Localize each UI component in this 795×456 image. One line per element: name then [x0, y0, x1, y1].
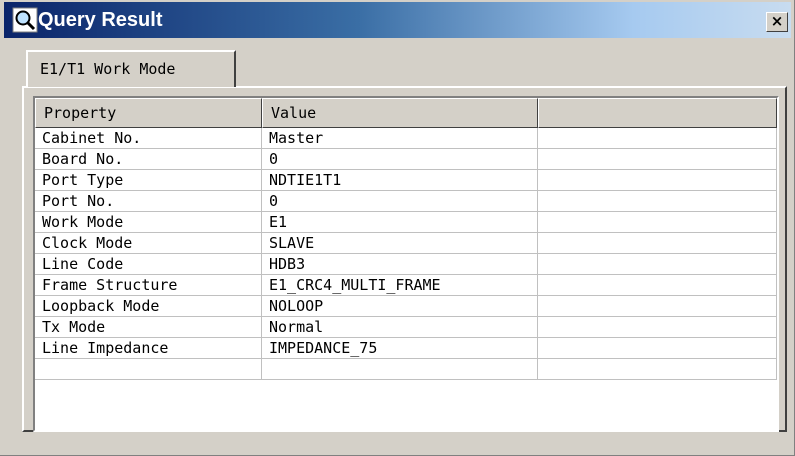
value-cell: HDB3 [262, 254, 538, 275]
property-cell: Tx Mode [35, 317, 262, 338]
value-cell: NDTIE1T1 [262, 170, 538, 191]
column-header-value[interactable]: Value [262, 98, 538, 128]
blank-cell [538, 191, 777, 212]
table-row[interactable]: Work Mode E1 [35, 212, 777, 233]
blank-cell [538, 338, 777, 359]
value-cell: NOLOOP [262, 296, 538, 317]
blank-cell [538, 149, 777, 170]
blank-cell [538, 359, 777, 380]
table-row[interactable]: Cabinet No. Master [35, 128, 777, 149]
column-header-blank[interactable] [538, 98, 777, 128]
value-cell: E1_CRC4_MULTI_FRAME [262, 275, 538, 296]
query-result-window: Query Result × E1/T1 Work Mode Property … [0, 0, 795, 456]
property-cell: Frame Structure [35, 275, 262, 296]
blank-cell [538, 128, 777, 149]
property-cell [35, 359, 262, 380]
table-row[interactable]: Board No. 0 [35, 149, 777, 170]
blank-cell [538, 233, 777, 254]
window-title: Query Result [38, 9, 163, 31]
property-cell: Board No. [35, 149, 262, 170]
title-bar[interactable]: Query Result × [4, 2, 791, 38]
property-cell: Clock Mode [35, 233, 262, 254]
property-cell: Port No. [35, 191, 262, 212]
property-cell: Loopback Mode [35, 296, 262, 317]
close-icon: × [770, 12, 784, 30]
tab-e1-t1-work-mode[interactable]: E1/T1 Work Mode [26, 50, 236, 87]
blank-cell [538, 296, 777, 317]
blank-cell [538, 317, 777, 338]
property-cell: Port Type [35, 170, 262, 191]
property-cell: Cabinet No. [35, 128, 262, 149]
tab-label: E1/T1 Work Mode [40, 60, 176, 78]
property-cell: Work Mode [35, 212, 262, 233]
blank-cell [538, 170, 777, 191]
table-row[interactable]: Clock Mode SLAVE [35, 233, 777, 254]
table-row[interactable]: Line Code HDB3 [35, 254, 777, 275]
value-cell: IMPEDANCE_75 [262, 338, 538, 359]
list-header: Property Value [35, 98, 777, 128]
value-cell: 0 [262, 191, 538, 212]
blank-cell [538, 275, 777, 296]
table-row[interactable]: Port No. 0 [35, 191, 777, 212]
table-row[interactable]: Frame Structure E1_CRC4_MULTI_FRAME [35, 275, 777, 296]
value-cell: E1 [262, 212, 538, 233]
property-list[interactable]: Property Value Cabinet No. Master Board No… [33, 96, 779, 432]
search-magnifier-icon [12, 7, 38, 33]
table-row[interactable]: Port Type NDTIE1T1 [35, 170, 777, 191]
value-cell: Normal [262, 317, 538, 338]
value-cell: SLAVE [262, 233, 538, 254]
property-cell: Line Impedance [35, 338, 262, 359]
table-row[interactable]: Line Impedance IMPEDANCE_75 [35, 338, 777, 359]
blank-cell [538, 212, 777, 233]
value-cell [262, 359, 538, 380]
table-row[interactable]: Tx Mode Normal [35, 317, 777, 338]
blank-cell [538, 254, 777, 275]
value-cell: Master [262, 128, 538, 149]
column-header-property[interactable]: Property [35, 98, 262, 128]
close-button[interactable]: × [766, 12, 788, 32]
table-row[interactable]: Loopback Mode NOLOOP [35, 296, 777, 317]
property-cell: Line Code [35, 254, 262, 275]
value-cell: 0 [262, 149, 538, 170]
table-row[interactable] [35, 359, 777, 380]
